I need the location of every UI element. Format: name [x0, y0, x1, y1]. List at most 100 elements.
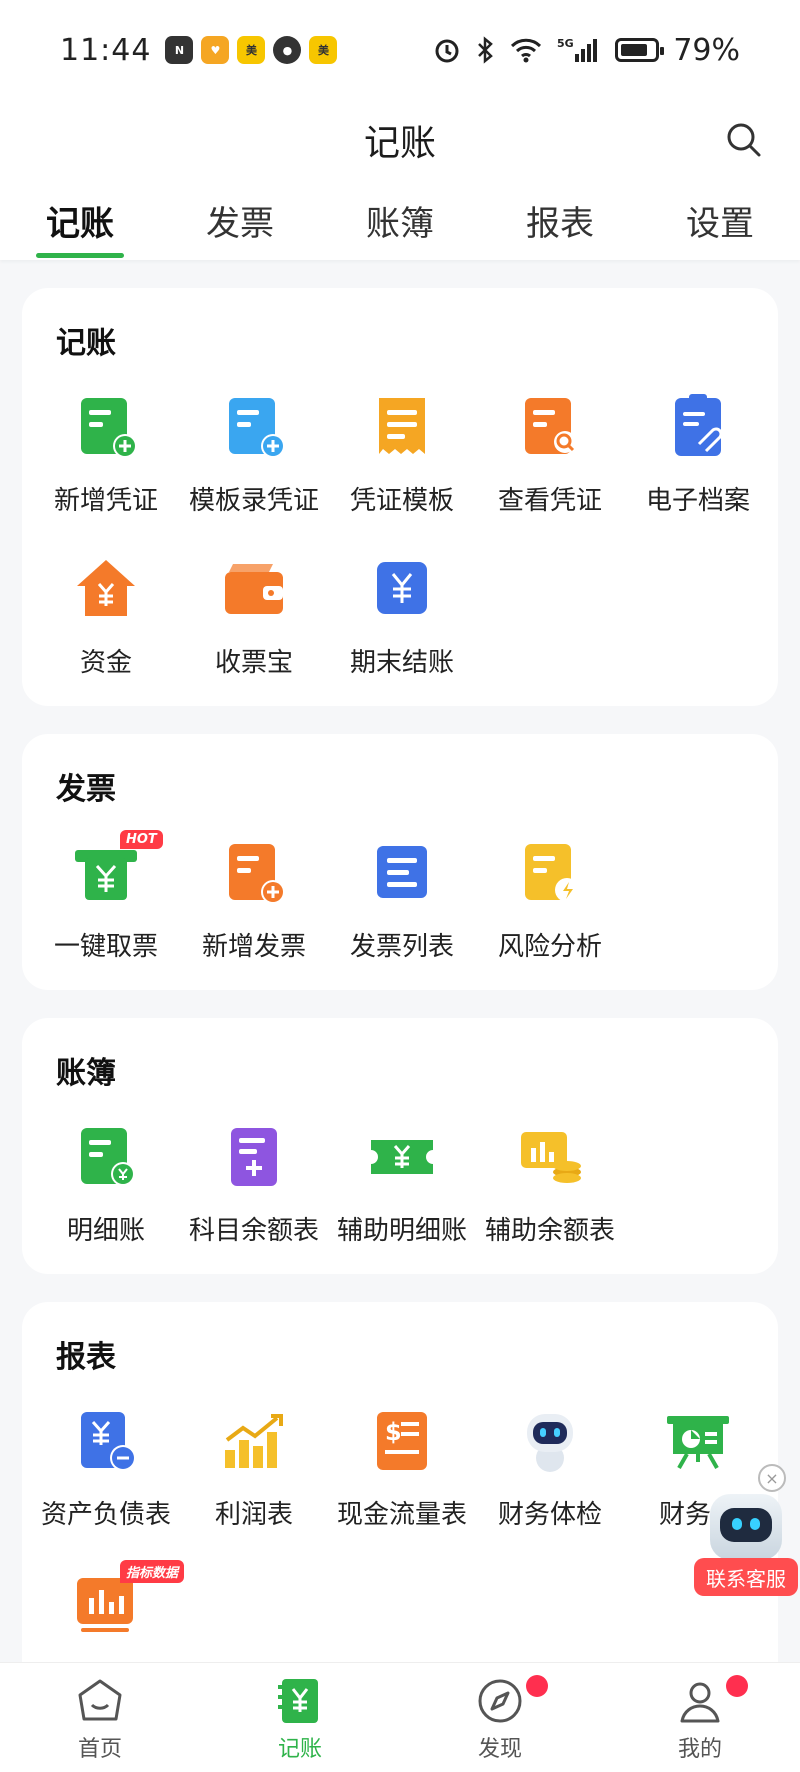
battery-icon [615, 38, 665, 62]
grid-item-label: 风险分析 [497, 932, 602, 962]
grid-item[interactable]: 新增发票 [180, 838, 328, 1000]
voucher-template-icon [367, 392, 437, 462]
account-balance-icon [219, 1122, 289, 1192]
section-grid: HOT 一键取票 新增发票 发票列表 风险分析 [32, 830, 772, 1000]
grid-item[interactable]: 利润表 [180, 1406, 328, 1568]
grid-item-label: 辅助余额表 [484, 1216, 615, 1246]
search-icon [727, 123, 761, 157]
item-badge: 指标数据 [120, 1560, 185, 1583]
nav-item-0[interactable]: 首页 [0, 1663, 200, 1772]
grid-item[interactable]: 电子档案 [624, 392, 772, 554]
nav-item-label: 记账 [277, 1737, 322, 1762]
nav-item-3[interactable]: 我的 [600, 1663, 800, 1772]
invoice-add-icon [219, 838, 289, 908]
home-icon [74, 1675, 126, 1727]
aux-balance-icon [515, 1122, 585, 1192]
grid-item-label: 资金 [79, 648, 132, 678]
section-title: 账簿 [56, 1056, 116, 1091]
grid-item[interactable]: 凭证模板 [328, 392, 476, 554]
grid-item[interactable]: 明细账 [32, 1122, 180, 1284]
risk-analysis-icon [515, 838, 585, 908]
customer-service-fab[interactable]: × 联系客服 [688, 1464, 800, 1600]
nav-item-1[interactable]: 记账 [200, 1663, 400, 1772]
ledger-yuan-icon [274, 1675, 326, 1727]
wifi-icon [511, 38, 542, 63]
grid-item-label: 利润表 [214, 1500, 293, 1530]
grid-item[interactable]: HOT 一键取票 [32, 830, 180, 1000]
section-card-invoice: 发票 HOT 一键取票 新增发票 发票列表 风险分析 [22, 734, 778, 990]
grid-item[interactable]: 风险分析 [476, 838, 624, 1000]
tab-bar: 记账 发票 账簿 报表 设置 [0, 180, 800, 260]
nav-item-label: 我的 [677, 1737, 722, 1762]
grid-item[interactable]: 资金 [32, 554, 180, 716]
invoice-list-icon [367, 838, 437, 908]
status-right: 5G 79% [433, 33, 740, 68]
aux-ticket-icon [367, 1122, 437, 1192]
grid-item-label: 发票列表 [349, 932, 454, 962]
tab-2[interactable]: 账簿 [320, 180, 480, 260]
tab-0[interactable]: 记账 [0, 180, 160, 260]
yuan-square-icon [367, 554, 437, 624]
grid-item-label: 新增发票 [201, 932, 306, 962]
robot-icon [710, 1494, 782, 1560]
grid-item[interactable]: 收票宝 [180, 554, 328, 716]
balance-sheet-icon [71, 1406, 141, 1476]
grid-item[interactable]: $ 现金流量表 [328, 1406, 476, 1568]
item-badge: HOT [120, 830, 163, 849]
status-app-icons: N ♥ 美 ● 美 [165, 36, 338, 64]
tab-4[interactable]: 设置 [640, 180, 800, 260]
bluetooth-icon [478, 36, 494, 64]
grid-item-label: 现金流量表 [336, 1500, 467, 1530]
nav-item-label: 发现 [477, 1737, 522, 1762]
status-time: 11:44 [60, 32, 152, 68]
grid-item[interactable]: 资产负债表 [32, 1406, 180, 1568]
page-title: 记账 [363, 123, 436, 164]
voucher-add-icon [71, 392, 141, 462]
compass-icon [474, 1675, 526, 1727]
search-button[interactable] [716, 112, 772, 168]
svg-text:$: $ [385, 1418, 402, 1446]
nav-item-label: 首页 [77, 1737, 122, 1762]
nav-item-2[interactable]: 发现 [400, 1663, 600, 1772]
grid-item-label: 新增凭证 [53, 486, 158, 516]
wallet-icon [219, 554, 289, 624]
bottom-navigation: 首页 记账 发现 我的 [0, 1662, 800, 1772]
grid-item-label: 期末结账 [349, 648, 454, 678]
grid-item[interactable]: 期末结账 [328, 554, 476, 716]
notification-dot [726, 1675, 748, 1697]
grid-item[interactable]: 发票列表 [328, 838, 476, 1000]
app-header: 记账 [0, 100, 800, 180]
grid-item[interactable]: 辅助余额表 [476, 1122, 624, 1284]
grid-item[interactable]: 财务体检 [476, 1406, 624, 1568]
detail-ledger-icon [71, 1122, 141, 1192]
grid-item-label: 科目余额表 [188, 1216, 319, 1246]
robot-icon [515, 1406, 585, 1476]
profit-chart-icon [219, 1406, 289, 1476]
grid-item-label: 财务体检 [497, 1500, 602, 1530]
grid-item-label: 收票宝 [214, 648, 293, 678]
grid-item-label: 明细账 [66, 1216, 145, 1246]
section-title: 报表 [56, 1340, 116, 1375]
tab-1[interactable]: 发票 [160, 180, 320, 260]
grid-item[interactable]: 新增凭证 [32, 392, 180, 554]
section-grid: 明细账 科目余额表 辅助明细账 辅助余额表 [32, 1122, 772, 1284]
cashflow-icon: $ [367, 1406, 437, 1476]
user-icon [674, 1675, 726, 1727]
close-icon[interactable]: × [758, 1464, 786, 1492]
cellular-signal-icon: 5G [557, 37, 598, 62]
grid-item-label: 辅助明细账 [336, 1216, 467, 1246]
grid-item[interactable]: 查看凭证 [476, 392, 624, 554]
tab-3[interactable]: 报表 [480, 180, 640, 260]
template-voucher-icon [219, 392, 289, 462]
section-card-bookkeeping: 记账 新增凭证 模板录凭证 凭证模板 查看凭证 电子档案 资金 收票宝 期末结账 [22, 288, 778, 706]
grid-item[interactable]: 模板录凭证 [180, 392, 328, 554]
house-yuan-icon [71, 554, 141, 624]
customer-service-label: 联系客服 [694, 1558, 798, 1596]
grid-item[interactable]: 科目余额表 [180, 1122, 328, 1284]
grid-item-label: 凭证模板 [349, 486, 454, 516]
nfc-icon: N [165, 36, 194, 64]
notification-dot [526, 1675, 548, 1697]
grid-item[interactable]: 辅助明细账 [328, 1122, 476, 1284]
section-card-reports: 报表 资产负债表 利润表 $ 现金流量表 财务体检 财务分 指标数据 [22, 1302, 778, 1722]
grid-item-label: 查看凭证 [497, 486, 602, 516]
